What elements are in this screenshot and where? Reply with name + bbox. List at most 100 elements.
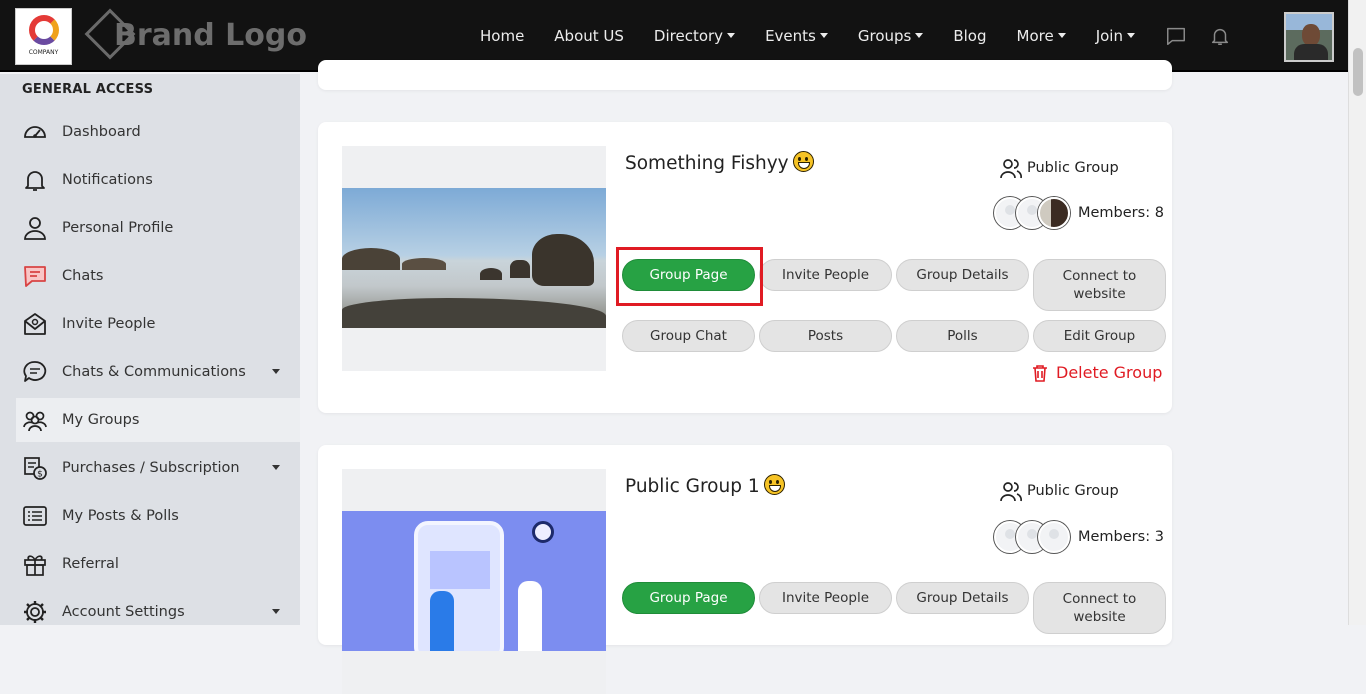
posts-button[interactable]: Posts — [759, 320, 892, 352]
logo-caption: COMPANY — [28, 49, 59, 56]
sidebar-item-my-groups[interactable]: My Groups — [16, 398, 300, 442]
chevron-down-icon[interactable] — [272, 609, 280, 614]
group-chat-button[interactable]: Group Chat — [622, 320, 755, 352]
edit-group-button[interactable]: Edit Group — [1033, 320, 1166, 352]
group-card: Public Group 1 Public Group Members: 3 G… — [318, 445, 1172, 694]
group-cover-image[interactable] — [342, 511, 606, 651]
page-scrollbar[interactable] — [1348, 0, 1366, 625]
nav-more[interactable]: More — [1017, 27, 1066, 45]
image-rock — [480, 268, 502, 280]
image-person — [430, 591, 454, 651]
sidebar-item-dashboard[interactable]: Dashboard — [16, 110, 300, 154]
grinning-face-icon — [792, 151, 814, 172]
group-cover-image[interactable] — [342, 188, 606, 328]
invite-people-button[interactable]: Invite People — [759, 259, 892, 291]
member-avatar — [1038, 197, 1070, 229]
chat-bubble-icon[interactable] — [1165, 25, 1187, 47]
users-icon — [1000, 159, 1022, 179]
member-avatar — [1038, 521, 1070, 553]
image-rock — [510, 260, 530, 278]
image-photo-frame — [430, 551, 490, 589]
brand-logo[interactable]: Brand Logo — [84, 8, 308, 62]
group-privacy-label: Public Group — [1027, 160, 1119, 176]
sidebar-item-label: Invite People — [62, 316, 156, 332]
group-image-frame — [342, 146, 606, 371]
nav-groups[interactable]: Groups — [858, 27, 923, 45]
bell-icon — [22, 167, 48, 193]
sidebar-item-account-settings[interactable]: Account Settings — [16, 590, 300, 634]
members-count: Members: 8 — [1078, 205, 1164, 221]
sidebar-item-label: Dashboard — [62, 124, 141, 140]
sidebar-item-purchases-subscription[interactable]: $ Purchases / Subscription — [16, 446, 300, 490]
delete-group-button[interactable]: Delete Group — [1032, 363, 1162, 382]
bell-icon[interactable] — [1209, 25, 1231, 47]
sidebar-item-notifications[interactable]: Notifications — [16, 158, 300, 202]
brand-logo-text: Brand Logo — [114, 18, 307, 53]
delete-group-label: Delete Group — [1056, 363, 1163, 382]
group-details-button[interactable]: Group Details — [896, 582, 1029, 614]
trash-icon — [1033, 364, 1047, 382]
sidebar-item-referral[interactable]: Referral — [16, 542, 300, 586]
group-page-button[interactable]: Group Page — [622, 582, 755, 614]
chevron-down-icon[interactable] — [272, 465, 280, 470]
connect-to-website-button[interactable]: Connect to website — [1033, 582, 1166, 634]
scrollbar-thumb[interactable] — [1353, 48, 1363, 96]
nav-join[interactable]: Join — [1096, 27, 1135, 45]
sidebar-item-chats[interactable]: Chats — [16, 254, 300, 298]
group-privacy: Public Group — [999, 480, 1119, 502]
avatar-body — [1294, 44, 1328, 60]
connect-to-website-button[interactable]: Connect to website — [1033, 259, 1166, 311]
sidebar-item-label: Account Settings — [62, 604, 185, 620]
users-icon — [1000, 482, 1022, 502]
sidebar-item-chats-communications[interactable]: Chats & Communications — [16, 350, 300, 394]
group-image-frame — [342, 469, 606, 694]
invite-people-button[interactable]: Invite People — [759, 582, 892, 614]
avatar-head — [1302, 24, 1320, 46]
image-rock — [532, 234, 594, 286]
speedometer-icon — [22, 119, 48, 145]
svg-text:$: $ — [37, 470, 43, 480]
logo-swirl-icon — [29, 15, 59, 45]
group-title[interactable]: Something Fishyy — [625, 151, 814, 174]
group-members[interactable]: Members: 8 — [994, 197, 1164, 229]
group-privacy-label: Public Group — [1027, 483, 1119, 499]
group-title[interactable]: Public Group 1 — [625, 474, 785, 497]
group-name: Something Fishyy — [625, 153, 789, 174]
image-phone — [414, 521, 504, 651]
sidebar-item-personal-profile[interactable]: Personal Profile — [16, 206, 300, 250]
nav-blog[interactable]: Blog — [953, 27, 986, 45]
group-details-button[interactable]: Group Details — [896, 259, 1029, 291]
users-group-icon — [22, 407, 48, 433]
polls-button[interactable]: Polls — [896, 320, 1029, 352]
chat-dots-icon — [22, 359, 48, 385]
sidebar-item-label: Chats & Communications — [62, 364, 246, 380]
receipt-dollar-icon: $ — [22, 455, 48, 481]
sidebar-item-label: Notifications — [62, 172, 153, 188]
user-avatar[interactable] — [1284, 12, 1334, 62]
chat-message-icon — [22, 263, 48, 289]
company-logo[interactable]: COMPANY — [15, 8, 72, 65]
chevron-down-icon[interactable] — [272, 369, 280, 374]
image-person — [518, 581, 542, 651]
sidebar-item-label: My Groups — [62, 412, 140, 428]
sidebar-heading: GENERAL ACCESS — [22, 82, 154, 97]
sidebar-item-label: Personal Profile — [62, 220, 174, 236]
members-count: Members: 3 — [1078, 529, 1164, 545]
group-members[interactable]: Members: 3 — [994, 521, 1164, 553]
image-foreground-rocks — [342, 298, 606, 328]
sidebar-item-my-posts-polls[interactable]: My Posts & Polls — [16, 494, 300, 538]
sidebar-item-label: My Posts & Polls — [62, 508, 179, 524]
group-name: Public Group 1 — [625, 476, 760, 497]
sidebar: GENERAL ACCESS Dashboard Notifications P… — [0, 74, 300, 625]
image-rock — [402, 258, 446, 270]
sidebar-item-label: Purchases / Subscription — [62, 460, 240, 476]
gift-icon — [22, 551, 48, 577]
sidebar-item-invite-people[interactable]: Invite People — [16, 302, 300, 346]
nav-events[interactable]: Events — [765, 27, 828, 45]
sidebar-item-label: Referral — [62, 556, 119, 572]
gear-icon — [22, 599, 48, 625]
nav-about-us[interactable]: About US — [554, 27, 624, 45]
nav-home[interactable]: Home — [480, 27, 524, 45]
nav-directory[interactable]: Directory — [654, 27, 735, 45]
highlight-box — [616, 247, 763, 306]
